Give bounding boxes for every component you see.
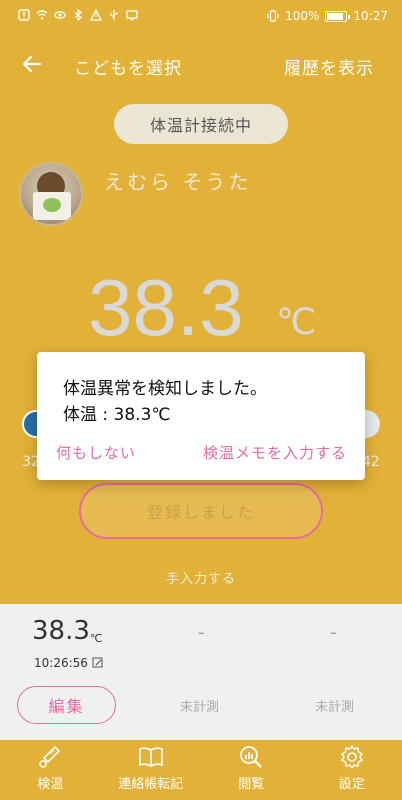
temperature-reading: 38.3 bbox=[88, 263, 244, 352]
tab-settings[interactable]: 設定 bbox=[302, 740, 402, 800]
register-button[interactable]: 登録しました bbox=[79, 483, 323, 539]
tab-settings-label: 設定 bbox=[338, 777, 365, 792]
record-panel: 38.3 ℃ 10:26:56 - - 編集 未計測 未計測 bbox=[0, 604, 402, 740]
abnormal-temperature-dialog: 体温異常を検知しました。 体温 : 38.3℃ 何もしない 検温メモを入力する bbox=[37, 352, 365, 480]
do-nothing-button[interactable]: 何もしない bbox=[56, 442, 136, 463]
record-temperature: 38.3 bbox=[32, 616, 90, 646]
tab-view-label: 閲覧 bbox=[238, 777, 265, 792]
back-button[interactable] bbox=[18, 50, 46, 78]
gear-icon bbox=[341, 745, 363, 769]
status-icons-right: 100% 10:27 bbox=[267, 9, 388, 23]
edit-button[interactable]: 編集 bbox=[17, 686, 116, 724]
connection-status-badge: 体温計接続中 bbox=[114, 104, 288, 144]
tab-temperature[interactable]: 検温 bbox=[0, 740, 101, 800]
warning-icon bbox=[90, 9, 102, 21]
tab-notebook-label: 連絡帳転記 bbox=[118, 777, 184, 792]
record-time-value: 10:26:56 bbox=[34, 656, 88, 670]
arrow-left-icon bbox=[22, 55, 42, 73]
book-icon bbox=[138, 747, 163, 767]
record-slot-2: - bbox=[198, 622, 205, 643]
avatar bbox=[19, 162, 83, 226]
battery-icon bbox=[325, 10, 351, 22]
chart-search-icon bbox=[240, 746, 263, 768]
pencil-icon[interactable] bbox=[92, 657, 104, 669]
select-child-button[interactable]: こどもを選択 bbox=[74, 54, 182, 79]
show-history-button[interactable]: 履歴を表示 bbox=[284, 54, 374, 79]
temperature-unit: ℃ bbox=[276, 302, 317, 343]
record-temperature-unit: ℃ bbox=[90, 632, 103, 645]
clock: 10:27 bbox=[353, 9, 388, 23]
vibrate-icon bbox=[267, 10, 279, 22]
dialog-title: 体温異常を検知しました。 bbox=[63, 379, 267, 399]
manual-entry-link[interactable]: 手入力する bbox=[0, 568, 402, 587]
bluetooth-icon bbox=[74, 9, 82, 21]
child-name: えむら そうた bbox=[104, 170, 252, 194]
wifi-icon bbox=[36, 10, 48, 20]
thermometer-icon bbox=[39, 745, 61, 768]
tab-notebook[interactable]: 連絡帳転記 bbox=[101, 740, 202, 800]
app-screen: 100% 10:27 こどもを選択 履歴を表示 体温計接続中 えむら そうた 3… bbox=[0, 0, 402, 800]
record-slot-3: - bbox=[330, 622, 337, 643]
tab-view[interactable]: 閲覧 bbox=[201, 740, 302, 800]
status-bar: 100% 10:27 bbox=[0, 0, 402, 34]
status-icons-left bbox=[18, 9, 138, 21]
monitor-icon bbox=[126, 10, 138, 21]
tab-temperature-label: 検温 bbox=[37, 777, 64, 792]
battery-percent: 100% bbox=[285, 9, 320, 23]
unmeasured-label-2: 未計測 bbox=[180, 700, 220, 715]
record-time: 10:26:56 bbox=[34, 656, 104, 670]
bottom-tab-bar: 検温 連絡帳転記 閲覧 設定 bbox=[0, 740, 402, 800]
eye-icon bbox=[54, 11, 66, 19]
enter-memo-button[interactable]: 検温メモを入力する bbox=[203, 442, 347, 463]
app-header: こどもを選択 履歴を表示 bbox=[0, 40, 402, 90]
unmeasured-label-3: 未計測 bbox=[315, 700, 355, 715]
dialog-body: 体温 : 38.3℃ bbox=[63, 405, 171, 425]
alert-icon bbox=[18, 9, 30, 21]
usb-icon bbox=[110, 10, 118, 20]
